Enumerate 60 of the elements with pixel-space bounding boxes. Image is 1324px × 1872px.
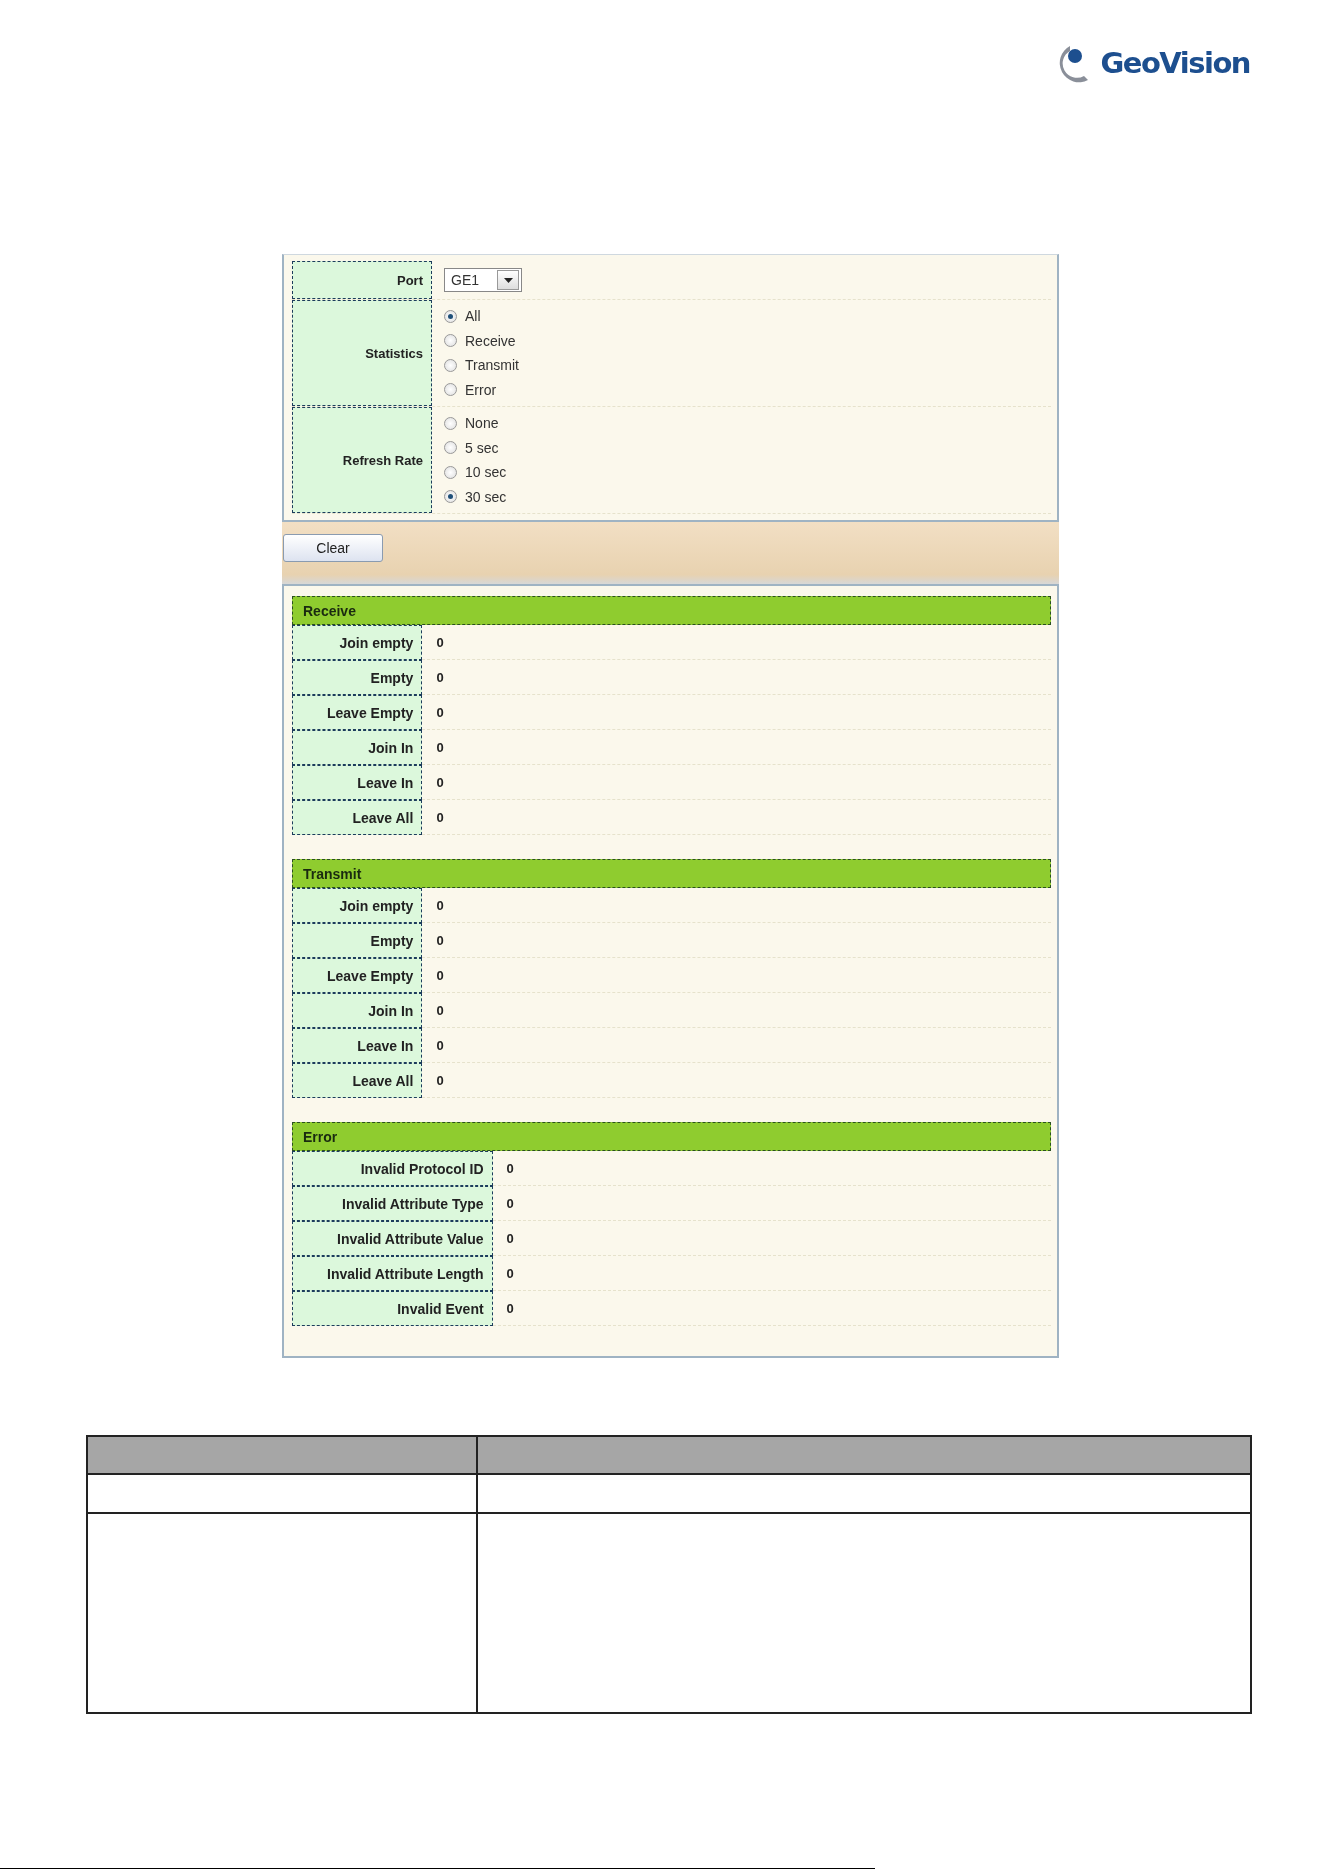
radio-button[interactable] — [444, 490, 457, 504]
stat-label: Leave Empty — [292, 695, 423, 730]
stat-label: Invalid Protocol ID — [292, 1151, 493, 1186]
stat-label: Leave All — [292, 1063, 423, 1098]
clear-button[interactable]: Clear — [283, 534, 383, 562]
stat-label: Invalid Attribute Length — [292, 1256, 493, 1291]
radio-button[interactable] — [444, 383, 457, 397]
stat-label: Leave Empty — [292, 958, 423, 993]
radio-button[interactable] — [444, 416, 457, 430]
stat-label: Leave All — [292, 800, 423, 835]
caret-icon — [503, 277, 513, 283]
port-dropdown[interactable]: GE1 — [444, 268, 522, 292]
radio-button[interactable] — [444, 358, 457, 372]
stat-label: Empty — [292, 923, 423, 958]
stat-label: Join empty — [292, 625, 423, 660]
stat-value: 0 — [492, 1256, 1051, 1291]
stat-label: Leave In — [292, 1028, 423, 1063]
stat-value: 0 — [422, 1063, 1051, 1098]
stat-label: Invalid Event — [292, 1291, 493, 1326]
stat-label: Empty — [292, 660, 423, 695]
radio-button[interactable] — [444, 334, 457, 348]
radio-label: 10 sec — [465, 464, 507, 481]
radio-label: Error — [465, 381, 497, 398]
stat-label: Join In — [292, 730, 423, 765]
radio-button[interactable] — [444, 309, 457, 323]
stat-value: 0 — [422, 800, 1051, 835]
stat-value: 0 — [422, 730, 1051, 765]
stat-value: 0 — [492, 1221, 1051, 1256]
section-header: Error — [292, 1122, 1051, 1151]
radio-label: 5 sec — [465, 439, 499, 456]
stat-label: Invalid Attribute Type — [292, 1186, 493, 1221]
stat-value: 0 — [422, 765, 1051, 800]
stat-value: 0 — [422, 888, 1051, 923]
radio-button[interactable] — [444, 465, 457, 479]
stat-label: Join empty — [292, 888, 423, 923]
section-header: Transmit — [292, 859, 1051, 888]
stat-label: Join In — [292, 993, 423, 1028]
stat-value: 0 — [422, 625, 1051, 660]
stat-value: 0 — [422, 1028, 1051, 1063]
section-header: Receive — [292, 596, 1051, 625]
radio-label: All — [465, 308, 481, 325]
stat-value: 0 — [492, 1151, 1051, 1186]
stat-label: Leave In — [292, 765, 423, 800]
stat-value: 0 — [492, 1291, 1051, 1326]
stat-value: 0 — [422, 958, 1051, 993]
radio-label: Receive — [465, 332, 516, 349]
logo-text: GeoVision — [1100, 45, 1250, 81]
radio-label: 30 sec — [465, 488, 507, 505]
stat-value: 0 — [422, 923, 1051, 958]
stat-label: Invalid Attribute Value — [292, 1221, 493, 1256]
radio-button[interactable] — [444, 441, 457, 455]
stat-value: 0 — [422, 695, 1051, 730]
stat-value: 0 — [422, 660, 1051, 695]
stat-value: 0 — [492, 1186, 1051, 1221]
stat-value: 0 — [422, 993, 1051, 1028]
radio-label: None — [465, 415, 499, 432]
radio-label: Transmit — [465, 357, 519, 374]
field-label: Refresh Rate — [292, 407, 432, 513]
field-label: Statistics — [292, 300, 432, 406]
field-label: Port — [292, 261, 432, 299]
